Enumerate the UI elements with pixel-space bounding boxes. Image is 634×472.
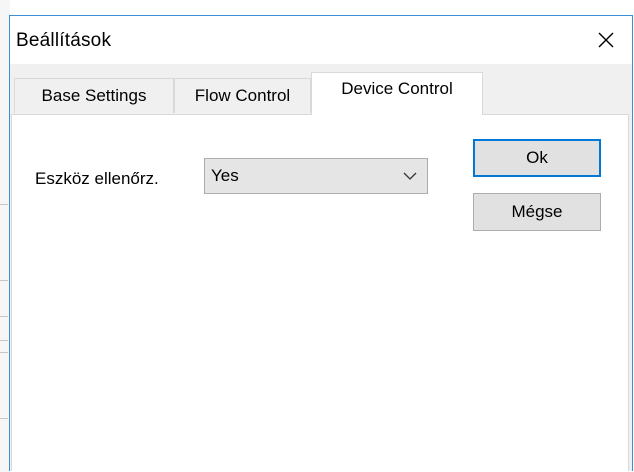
device-control-panel: Eszköz ellenőrz. Yes Ok Mégse: [11, 114, 629, 471]
tab-label: Device Control: [341, 79, 453, 98]
tab-strip: Base Settings Flow Control Device Contro…: [10, 72, 632, 118]
background-line: [0, 280, 8, 281]
background-line: [0, 204, 8, 205]
background-line: [0, 340, 8, 341]
background-line: [0, 418, 8, 419]
close-button[interactable]: [580, 16, 632, 64]
tab-base-settings[interactable]: Base Settings: [14, 78, 174, 113]
tab-flow-control[interactable]: Flow Control: [174, 78, 311, 113]
title-bar[interactable]: Beállítások: [10, 16, 632, 64]
ok-button-label: Ok: [526, 148, 548, 167]
select-value: Yes: [211, 166, 239, 185]
ok-button[interactable]: Ok: [473, 139, 601, 177]
settings-dialog: Beállítások Base Settings Flow Control D…: [9, 15, 633, 471]
close-icon: [598, 32, 614, 48]
background-line: [0, 316, 8, 317]
dialog-title: Beállítások: [16, 30, 112, 51]
background-line: [0, 352, 8, 353]
dialog-client-area: Base Settings Flow Control Device Contro…: [10, 64, 632, 471]
device-check-select[interactable]: Yes: [204, 158, 428, 194]
device-check-label: Eszköz ellenőrz.: [35, 169, 159, 188]
tab-label: Base Settings: [41, 86, 147, 105]
tab-label: Flow Control: [194, 86, 291, 105]
tab-device-control[interactable]: Device Control: [311, 72, 483, 115]
chevron-down-icon: [403, 172, 417, 180]
cancel-button[interactable]: Mégse: [473, 193, 601, 231]
cancel-button-label: Mégse: [511, 202, 563, 221]
